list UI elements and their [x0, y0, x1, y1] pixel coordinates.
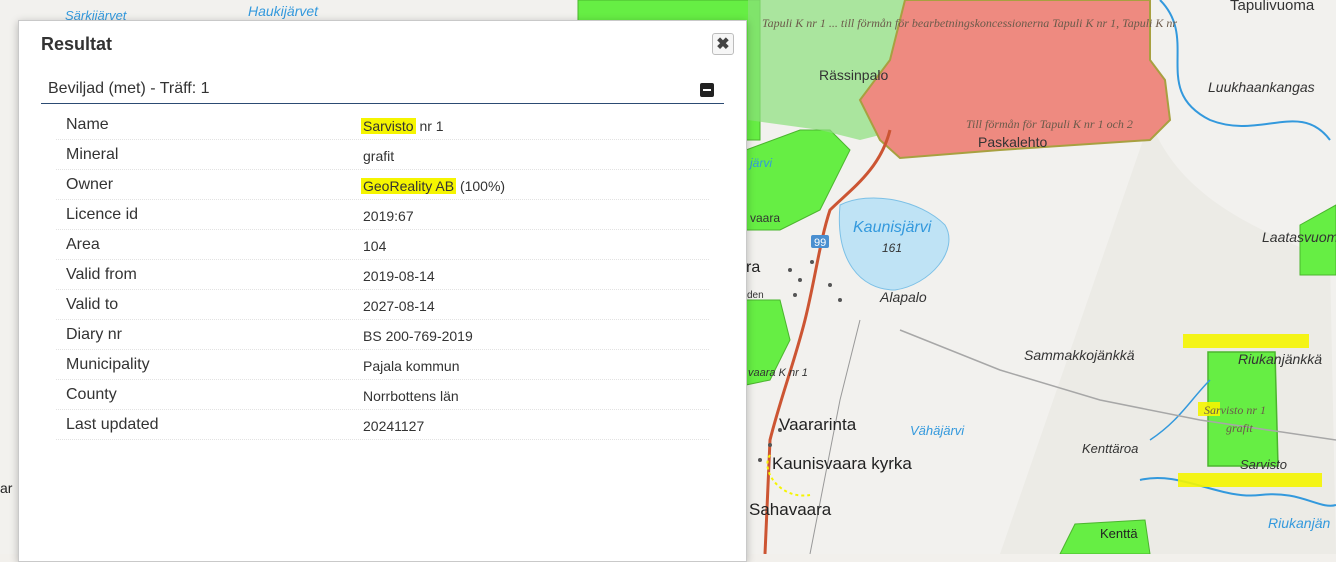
map-label-vaara: vaara	[750, 211, 780, 225]
map-label-kenttaroa: Kenttäroa	[1082, 441, 1138, 456]
map-label-den: den	[747, 290, 764, 301]
map-label-kaunisvaara-kyrka: Kaunisvaara kyrka	[772, 454, 912, 473]
result-panel: Resultat ✖ Beviljad (met) - Träff: 1 Nam…	[18, 20, 747, 562]
map-label-sarvisto-nr1: Sarvisto nr 1	[1204, 403, 1266, 417]
row-value: 20241127	[363, 418, 425, 434]
map-label-vaara-k-nr1: vaara K nr 1	[748, 367, 808, 379]
map-label-alapalo: Alapalo	[879, 289, 927, 305]
map-label-vahajarvi: Vähäjärvi	[910, 423, 965, 438]
table-row: Last updated 20241127	[56, 410, 709, 440]
map-label-luukhaankangas: Luukhaankangas	[1208, 79, 1315, 95]
map-label-kaunisjarvi: Kaunisjärvi	[853, 219, 932, 236]
row-label: Owner	[66, 176, 114, 193]
panel-title: Resultat	[41, 34, 113, 54]
value-text: nr 1	[415, 118, 444, 134]
table-row: Valid to 2027-08-14	[56, 290, 709, 320]
map-label-concession: Tapuli K nr 1 ... till förmån för bearbe…	[762, 16, 1177, 30]
map-label-till-forman: Till förmån för Tapuli K nr 1 och 2	[966, 117, 1133, 131]
row-label: Valid to	[66, 296, 119, 313]
row-label: Last updated	[66, 416, 159, 433]
row-label: Mineral	[66, 146, 119, 163]
close-button[interactable]: ✖	[712, 33, 734, 55]
row-value: 2019-08-14	[363, 268, 435, 284]
map-label-kentta: Kenttä	[1100, 526, 1138, 541]
collapse-icon[interactable]	[700, 83, 714, 97]
table-row: Owner GeoReality AB (100%)	[56, 170, 709, 200]
row-label: Municipality	[66, 356, 150, 373]
map-label-elev-161: 161	[882, 241, 902, 255]
highlight-text: Sarvisto	[361, 118, 416, 134]
row-label: Name	[66, 116, 109, 133]
map-label-road-99: 99	[814, 237, 826, 249]
row-value: 104	[363, 238, 387, 254]
map-label-sahavaara: Sahavaara	[749, 500, 832, 519]
table-row: Valid from 2019-08-14	[56, 260, 709, 290]
map-label-haukijarvet: Haukijärvet	[248, 3, 319, 19]
map-label-paskalehto: Paskalehto	[978, 134, 1047, 150]
row-label: County	[66, 386, 117, 403]
section-title: Beviljad (met) - Träff: 1	[48, 80, 210, 97]
map-highlight-top	[1183, 334, 1309, 348]
section-header[interactable]: Beviljad (met) - Träff: 1	[41, 75, 724, 104]
map-label-rassinpalo: Rässinpalo	[819, 67, 888, 83]
row-value: BS 200-769-2019	[363, 328, 473, 344]
row-value: GeoReality AB (100%)	[361, 178, 506, 194]
row-value: 2019:67	[363, 208, 414, 224]
map-label-vaararinta: Vaararinta	[779, 415, 857, 434]
map-label-tapulivuoma: Tapulivuoma	[1230, 0, 1315, 14]
map-label-riukanjankka: Riukanjänkkä	[1238, 351, 1322, 367]
map-label-grafit: grafit	[1226, 421, 1253, 435]
map-highlight-bottom	[1178, 473, 1322, 487]
map-label-riukanjan: Riukanjän	[1268, 515, 1330, 531]
map-label-ra: ra	[746, 259, 760, 276]
row-value: Sarvisto nr 1	[361, 118, 444, 134]
table-row: Mineral grafit	[56, 140, 709, 170]
map-label-ar: ar	[0, 480, 13, 496]
row-value: 2027-08-14	[363, 298, 435, 314]
row-value: Norrbottens län	[363, 388, 459, 404]
table-row: Licence id 2019:67	[56, 200, 709, 230]
value-text: (100%)	[456, 178, 506, 194]
table-row: County Norrbottens län	[56, 380, 709, 410]
map-label-sammakkojankka: Sammakkojänkkä	[1024, 347, 1135, 363]
highlight-text: GeoReality AB	[361, 178, 457, 194]
attribute-table: Name Sarvisto nr 1 Mineral grafit Owner …	[56, 110, 709, 440]
row-label: Valid from	[66, 266, 137, 283]
map-label-jarvi: järvi	[748, 156, 772, 170]
row-value: Pajala kommun	[363, 358, 460, 374]
row-label: Licence id	[66, 206, 139, 223]
map-label-sarvisto: Sarvisto	[1240, 457, 1287, 472]
close-icon: ✖	[716, 36, 730, 53]
map-label-laatasvuoma: Laatasvuom	[1262, 229, 1336, 245]
table-row: Name Sarvisto nr 1	[56, 110, 709, 140]
table-row: Municipality Pajala kommun	[56, 350, 709, 380]
row-value: grafit	[363, 148, 395, 164]
table-row: Area 104	[56, 230, 709, 260]
row-label: Area	[66, 236, 100, 253]
row-label: Diary nr	[66, 326, 123, 343]
table-row: Diary nr BS 200-769-2019	[56, 320, 709, 350]
